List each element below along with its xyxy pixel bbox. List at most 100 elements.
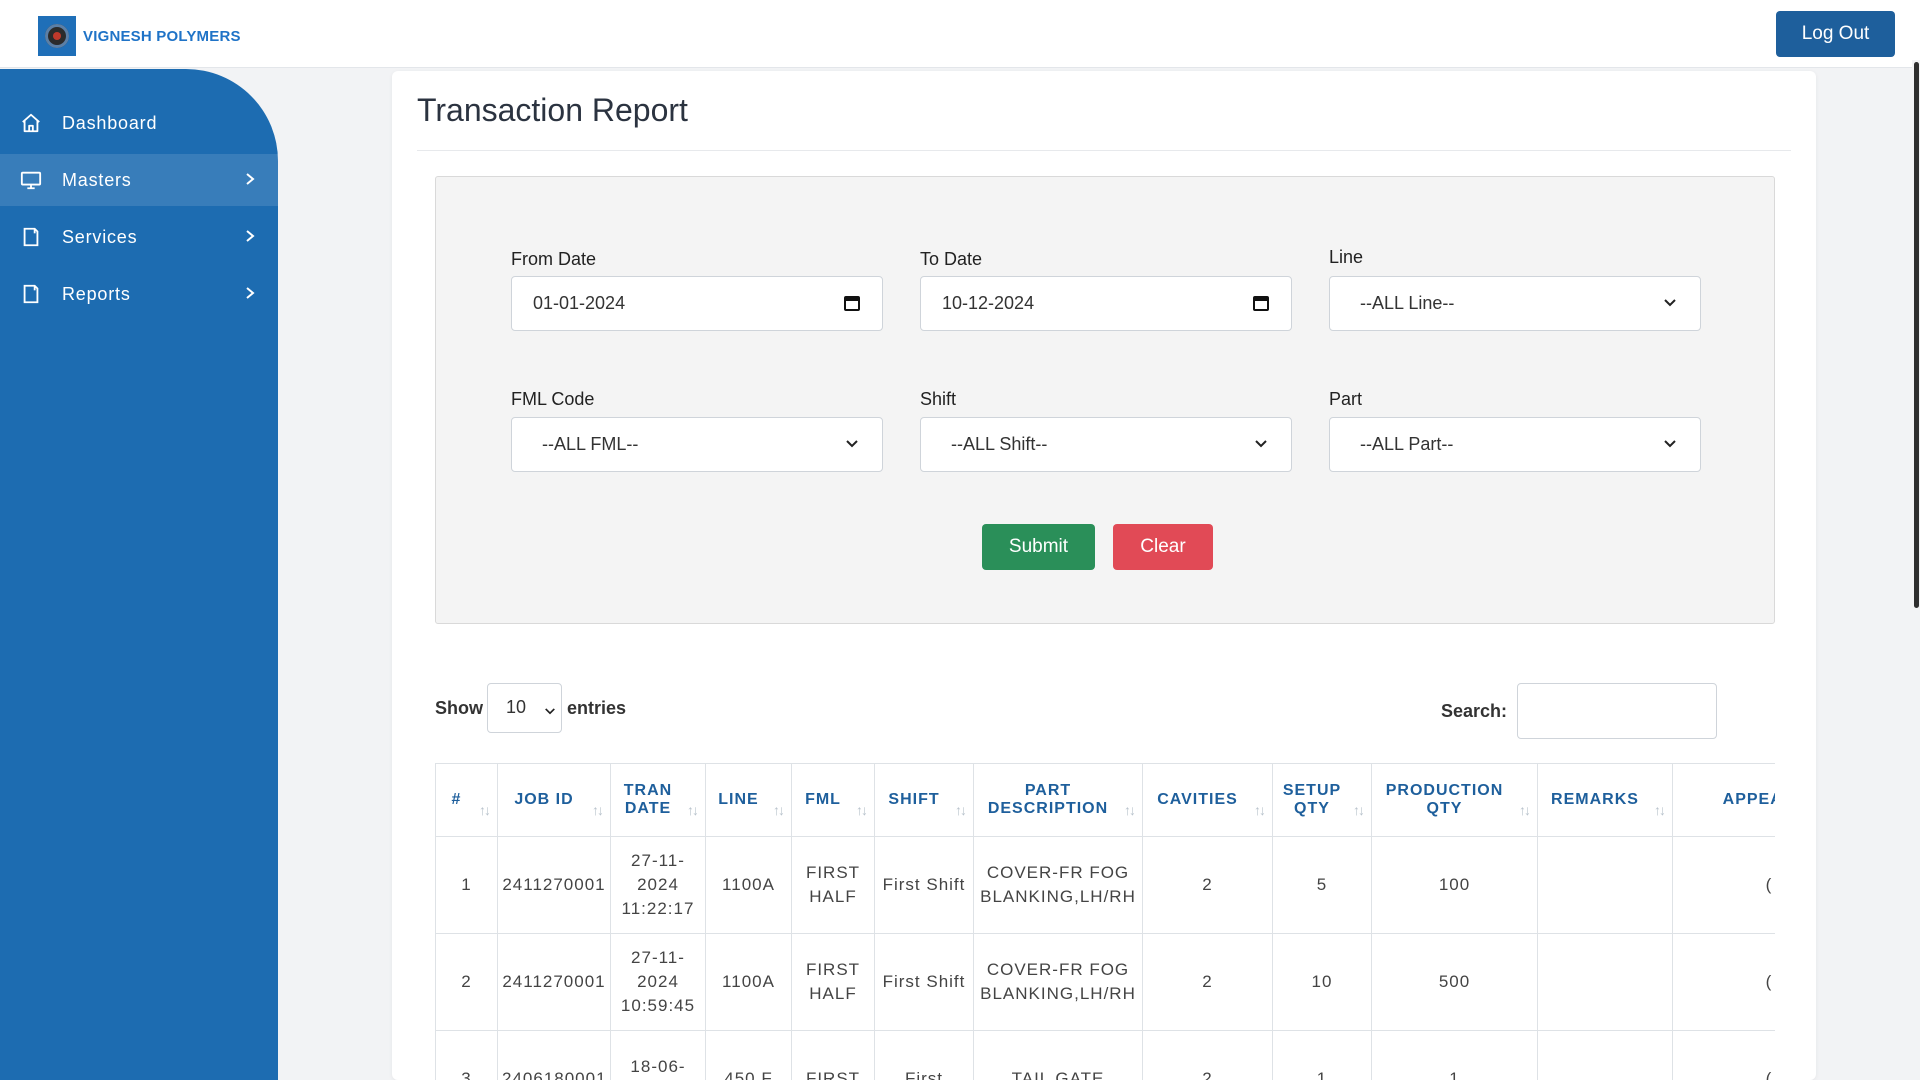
column-header[interactable]: PART DESCRIPTION ↑↓ [973, 763, 1143, 837]
table-cell: COVER-FR FOG BLANKING,LH/RH [973, 836, 1143, 934]
sidebar-item-label: Services [62, 226, 138, 247]
table-cell: First [874, 1030, 974, 1080]
table-row[interactable]: 2 2411270001 27-11-2024 10:59:45 1100A FIRST… [435, 933, 1775, 1031]
sort-icon[interactable]: ↑↓ [592, 802, 604, 818]
column-header-label: # [451, 791, 462, 808]
table-cell: ( [1672, 836, 1775, 934]
table-cell: 2411270001 [497, 933, 611, 1031]
table-cell: ( [1672, 933, 1775, 1031]
sort-icon[interactable]: ↑↓ [856, 802, 868, 818]
sidebar-item-reports[interactable]: Reports [0, 268, 278, 320]
to-date-label: To Date [920, 249, 983, 269]
sort-icon[interactable]: ↑↓ [1254, 802, 1266, 818]
document-icon [19, 282, 43, 306]
part-label: Part [1329, 389, 1363, 409]
table-cell: 500 [1371, 933, 1538, 1031]
chevron-right-icon [245, 227, 255, 248]
from-date-input[interactable]: 01-01-2024 [511, 276, 883, 331]
column-header[interactable]: REMARKS ↑↓ [1537, 763, 1673, 837]
table-cell: COVER-FR FOG BLANKING,LH/RH [973, 933, 1143, 1031]
sort-icon[interactable]: ↑↓ [1654, 802, 1666, 818]
shift-label: Shift [920, 389, 957, 409]
column-header[interactable]: LINE ↑↓ [705, 763, 792, 837]
sidebar: Dashboard Masters Services Reports [0, 69, 278, 1080]
entries-select[interactable]: 10 [487, 683, 562, 733]
sidebar-item-services[interactable]: Services [0, 211, 278, 263]
column-header[interactable]: SHIFT ↑↓ [874, 763, 974, 837]
column-header[interactable]: APPEAR↑↓ [1672, 763, 1775, 837]
table-cell: FIRST [791, 1030, 875, 1080]
show-label: Show [435, 697, 483, 718]
column-header[interactable]: SETUP QTY ↑↓ [1272, 763, 1372, 837]
table-cell: 18-06-2024 [610, 1030, 706, 1080]
sort-icon[interactable]: ↑↓ [687, 802, 699, 818]
line-select[interactable]: --ALL Line-- [1329, 276, 1701, 331]
sort-icon[interactable]: ↑↓ [1353, 802, 1365, 818]
logout-button[interactable]: Log Out [1776, 11, 1895, 57]
sort-icon[interactable]: ↑↓ [1124, 802, 1136, 818]
sidebar-item-label: Dashboard [62, 112, 158, 133]
sort-icon[interactable]: ↑↓ [955, 802, 967, 818]
part-select[interactable]: --ALL Part-- [1329, 417, 1701, 472]
brand-logo[interactable]: VIGNESH POLYMERS [38, 16, 241, 56]
table-row[interactable]: 3240618000118-06-2024450 FFIRSTFirstTAIL… [435, 1030, 1775, 1080]
table-cell: 27-11-2024 10:59:45 [610, 933, 706, 1031]
sort-icon[interactable]: ↑↓ [773, 802, 785, 818]
column-header-label: REMARKS [1551, 791, 1639, 808]
column-header-label: FML [805, 791, 841, 808]
column-header[interactable]: # ↑↓ [435, 763, 498, 837]
clear-button[interactable]: Clear [1113, 524, 1213, 570]
table-cell: 2406180001 [497, 1030, 611, 1080]
table-cell: 1100A [705, 933, 792, 1031]
column-header[interactable]: TRAN DATE ↑↓ [610, 763, 706, 837]
shift-select[interactable]: --ALL Shift-- [920, 417, 1292, 472]
sidebar-item-label: Reports [62, 283, 131, 304]
entries-control: Show 10 entries [435, 683, 626, 733]
document-icon [19, 225, 43, 249]
table-cell: First Shift [874, 836, 974, 934]
from-date-label: From Date [511, 249, 597, 269]
column-header[interactable]: JOB ID ↑↓ [497, 763, 611, 837]
fml-select-value: --ALL FML-- [542, 434, 639, 454]
sort-icon[interactable]: ↑↓ [1519, 802, 1531, 818]
sidebar-item-dashboard[interactable]: Dashboard [0, 97, 278, 149]
table-cell: First Shift [874, 933, 974, 1031]
home-icon [19, 111, 43, 135]
sidebar-item-masters[interactable]: Masters [0, 154, 278, 206]
sort-icon[interactable]: ↑↓ [479, 802, 491, 818]
table-cell: FIRST HALF [791, 933, 875, 1031]
to-date-input[interactable]: 10-12-2024 [920, 276, 1292, 331]
calendar-icon[interactable] [1251, 293, 1271, 313]
transaction-table: # ↑↓ JOB ID ↑↓ TRAN DATE ↑↓ LINE ↑↓ FML ↑↓ SHIFT ↑↓… [435, 763, 1775, 1080]
table-cell: 27-11-2024 11:22:17 [610, 836, 706, 934]
chevron-down-icon [842, 434, 862, 454]
search-input[interactable] [1517, 683, 1717, 739]
table-cell: 10 [1272, 933, 1372, 1031]
column-header[interactable]: FML ↑↓ [791, 763, 875, 837]
column-header-label: SHIFT [888, 791, 940, 808]
top-bar: VIGNESH POLYMERS Log Out [0, 0, 1920, 68]
table-cell: TAIL GATE [973, 1030, 1143, 1080]
part-select-value: --ALL Part-- [1360, 434, 1454, 454]
chevron-down-icon [1660, 293, 1680, 313]
table-cell: 1100A [705, 836, 792, 934]
column-header-label: JOB ID [514, 791, 574, 808]
table-cell [1537, 836, 1673, 934]
chevron-down-icon [1251, 434, 1271, 454]
table-cell: 1 [1371, 1030, 1538, 1080]
calendar-icon[interactable] [842, 293, 862, 313]
table-cell: 2 [1142, 1030, 1273, 1080]
submit-button[interactable]: Submit [982, 524, 1095, 570]
entries-value: 10 [506, 697, 527, 717]
column-header[interactable]: CAVITIES ↑↓ [1142, 763, 1273, 837]
fml-code-select[interactable]: --ALL FML-- [511, 417, 883, 472]
table-cell [1537, 933, 1673, 1031]
scrollbar-thumb[interactable] [1914, 62, 1919, 608]
logo-icon [38, 16, 76, 56]
table-cell: ( [1672, 1030, 1775, 1080]
column-header[interactable]: PRODUCTION QTY ↑↓ [1371, 763, 1538, 837]
main-card: Transaction Report From Date 01-01-2024 … [392, 71, 1816, 1080]
sidebar-item-label: Masters [62, 169, 132, 190]
table-cell: 2 [1142, 933, 1273, 1031]
table-row[interactable]: 1 2411270001 27-11-2024 11:22:17 1100A FIRST… [435, 836, 1775, 934]
